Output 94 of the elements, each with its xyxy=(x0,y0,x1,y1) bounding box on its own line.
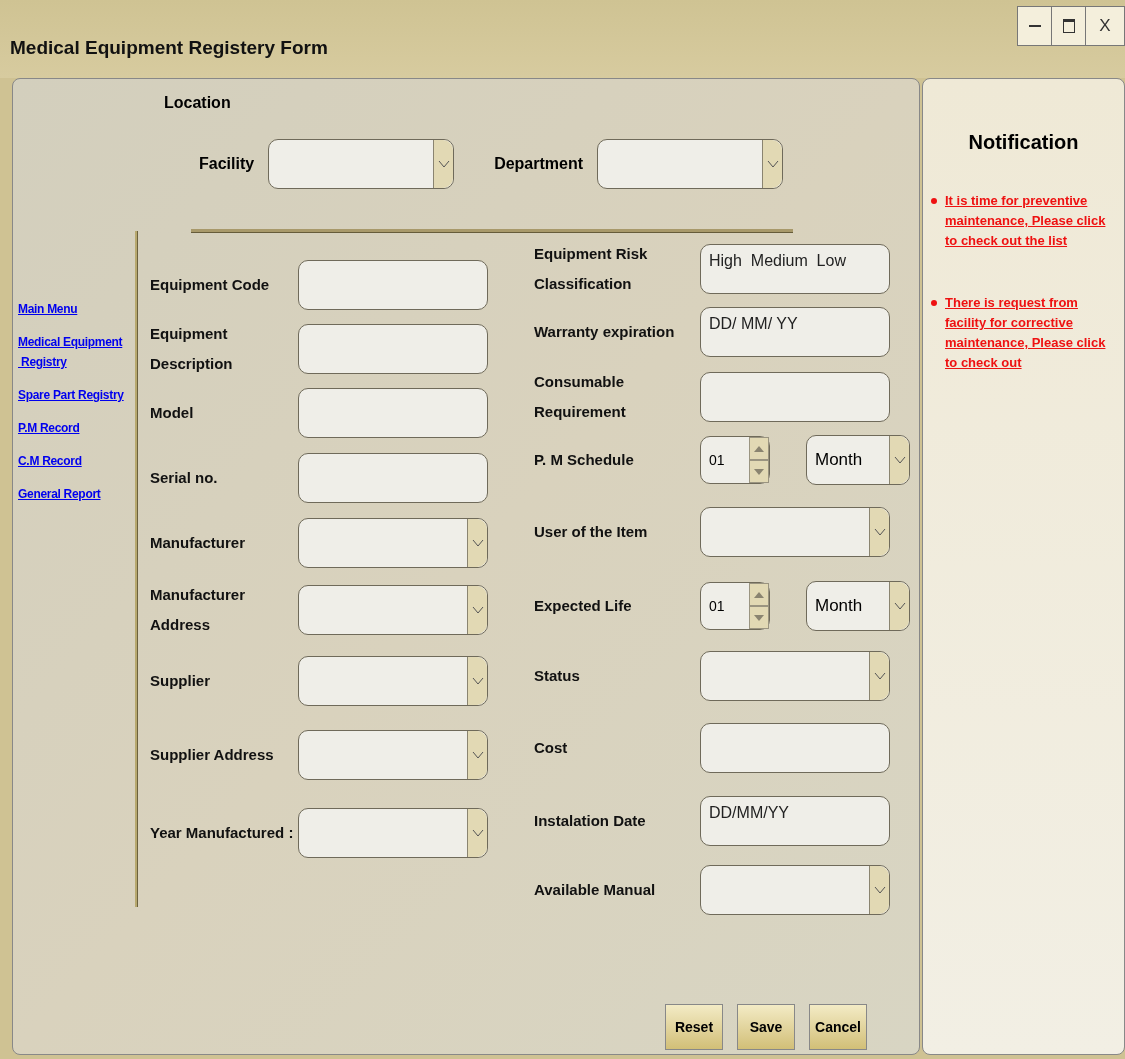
field-label: Cost xyxy=(534,738,569,758)
chevron-icon xyxy=(893,602,906,610)
field-label: Facility xyxy=(199,154,255,174)
input-field[interactable]: DD/ MM/ YY xyxy=(700,307,890,357)
bullet-icon xyxy=(931,300,937,306)
dropdown-field[interactable] xyxy=(597,139,784,189)
field-label: Warranty expiration xyxy=(534,322,676,342)
dropdown-field[interactable] xyxy=(298,656,488,706)
panel-title: Notification xyxy=(967,130,1080,155)
spinner-field[interactable]: 01 xyxy=(700,582,770,630)
dropdown-field[interactable] xyxy=(298,808,488,858)
input-field[interactable] xyxy=(298,260,488,310)
dropdown-button[interactable] xyxy=(869,508,889,556)
field-label: Supplier Address xyxy=(150,745,275,765)
action-button[interactable]: Save xyxy=(737,1004,795,1050)
dropdown-field[interactable] xyxy=(700,651,890,701)
input-field[interactable] xyxy=(700,723,890,773)
input-field[interactable] xyxy=(700,372,890,422)
action-button[interactable]: Cancel xyxy=(809,1004,867,1050)
dropdown-field[interactable] xyxy=(700,865,890,915)
dropdown-field[interactable] xyxy=(298,585,488,635)
maximize-icon xyxy=(1062,19,1075,33)
dropdown-button[interactable] xyxy=(889,436,909,484)
dropdown-button[interactable] xyxy=(467,657,487,705)
chevron-icon xyxy=(437,160,450,168)
nav-link[interactable]: P.M Record xyxy=(18,418,80,438)
down-triangle-icon xyxy=(754,468,764,475)
field-label: Department xyxy=(494,154,584,174)
down-arrow-button[interactable] xyxy=(749,460,769,483)
notification-link[interactable]: It is time for preventive maintenance, Please click to check out the list xyxy=(945,191,1116,251)
nav-link[interactable]: C.M Record xyxy=(18,451,82,471)
input-field[interactable] xyxy=(298,324,488,374)
field-label: Equipment Risk Classification xyxy=(534,244,649,294)
nav-link[interactable]: Medical Equipment Registry xyxy=(18,332,123,372)
up-triangle-icon xyxy=(754,591,764,598)
dropdown-button[interactable] xyxy=(762,140,783,188)
field-label: Serial no. xyxy=(150,468,219,488)
field-label: Available Manual xyxy=(534,880,657,900)
field-label: Expected Life xyxy=(534,596,633,616)
bullet-icon xyxy=(931,198,937,204)
chevron-icon xyxy=(893,456,906,464)
field-label: User of the Item xyxy=(534,522,649,542)
chevron-icon xyxy=(471,606,484,614)
section-heading: Location xyxy=(164,93,232,113)
input-field[interactable]: High Medium Low xyxy=(700,244,890,294)
down-triangle-icon xyxy=(754,614,764,621)
chevron-icon xyxy=(471,539,484,547)
dropdown-button[interactable] xyxy=(467,731,487,779)
chevron-icon xyxy=(873,886,886,894)
dropdown-button[interactable] xyxy=(467,586,487,634)
field-label: P. M Schedule xyxy=(534,450,635,470)
input-field[interactable] xyxy=(298,453,488,503)
up-triangle-icon xyxy=(754,445,764,452)
dropdown-field[interactable]: Month xyxy=(806,435,910,485)
down-arrow-button[interactable] xyxy=(749,606,769,629)
dropdown-button[interactable] xyxy=(467,809,487,857)
field-label: Instalation Date xyxy=(534,811,647,831)
dropdown-button[interactable] xyxy=(869,652,889,700)
nav-link[interactable]: Main Menu xyxy=(18,299,78,319)
dropdown-button[interactable] xyxy=(433,140,454,188)
chevron-icon xyxy=(873,672,886,680)
dropdown-field[interactable] xyxy=(298,730,488,780)
chevron-icon xyxy=(471,677,484,685)
chevron-icon xyxy=(471,751,484,759)
minimize-icon xyxy=(1028,25,1041,27)
action-button[interactable]: Reset xyxy=(665,1004,723,1050)
field-label: Consumable Requirement xyxy=(534,372,627,422)
field-label: Model xyxy=(150,403,195,423)
nav-link[interactable]: General Report xyxy=(18,484,101,504)
up-arrow-button[interactable] xyxy=(749,583,769,606)
window-title: Medical Equipment Registery Form xyxy=(10,36,329,60)
field-label: Supplier xyxy=(150,671,211,691)
chevron-icon xyxy=(471,829,484,837)
field-label: Status xyxy=(534,666,581,686)
spinner-field[interactable]: 01 xyxy=(700,436,770,484)
chevron-icon xyxy=(766,160,779,168)
input-field[interactable]: DD/MM/YY xyxy=(700,796,890,846)
dropdown-field[interactable] xyxy=(298,518,488,568)
dropdown-field[interactable] xyxy=(268,139,455,189)
dropdown-button[interactable] xyxy=(467,519,487,567)
dropdown-button[interactable] xyxy=(889,582,909,630)
dropdown-field[interactable]: Month xyxy=(806,581,910,631)
notification-link[interactable]: There is request from facility for corrective maintenance, Please click to check out xyxy=(945,293,1116,373)
field-label: Year Manufactured : xyxy=(150,823,295,843)
field-label: Equipment Description xyxy=(150,324,234,374)
nav-link[interactable]: Spare Part Registry xyxy=(18,385,124,405)
field-label: Equipment Code xyxy=(150,275,271,295)
dropdown-button[interactable] xyxy=(869,866,889,914)
field-label: Manufacturer xyxy=(150,533,247,553)
chevron-icon xyxy=(873,528,886,536)
up-arrow-button[interactable] xyxy=(749,437,769,460)
dropdown-field[interactable] xyxy=(700,507,890,557)
input-field[interactable] xyxy=(298,388,488,438)
field-label: Manufacturer Address xyxy=(150,585,247,635)
